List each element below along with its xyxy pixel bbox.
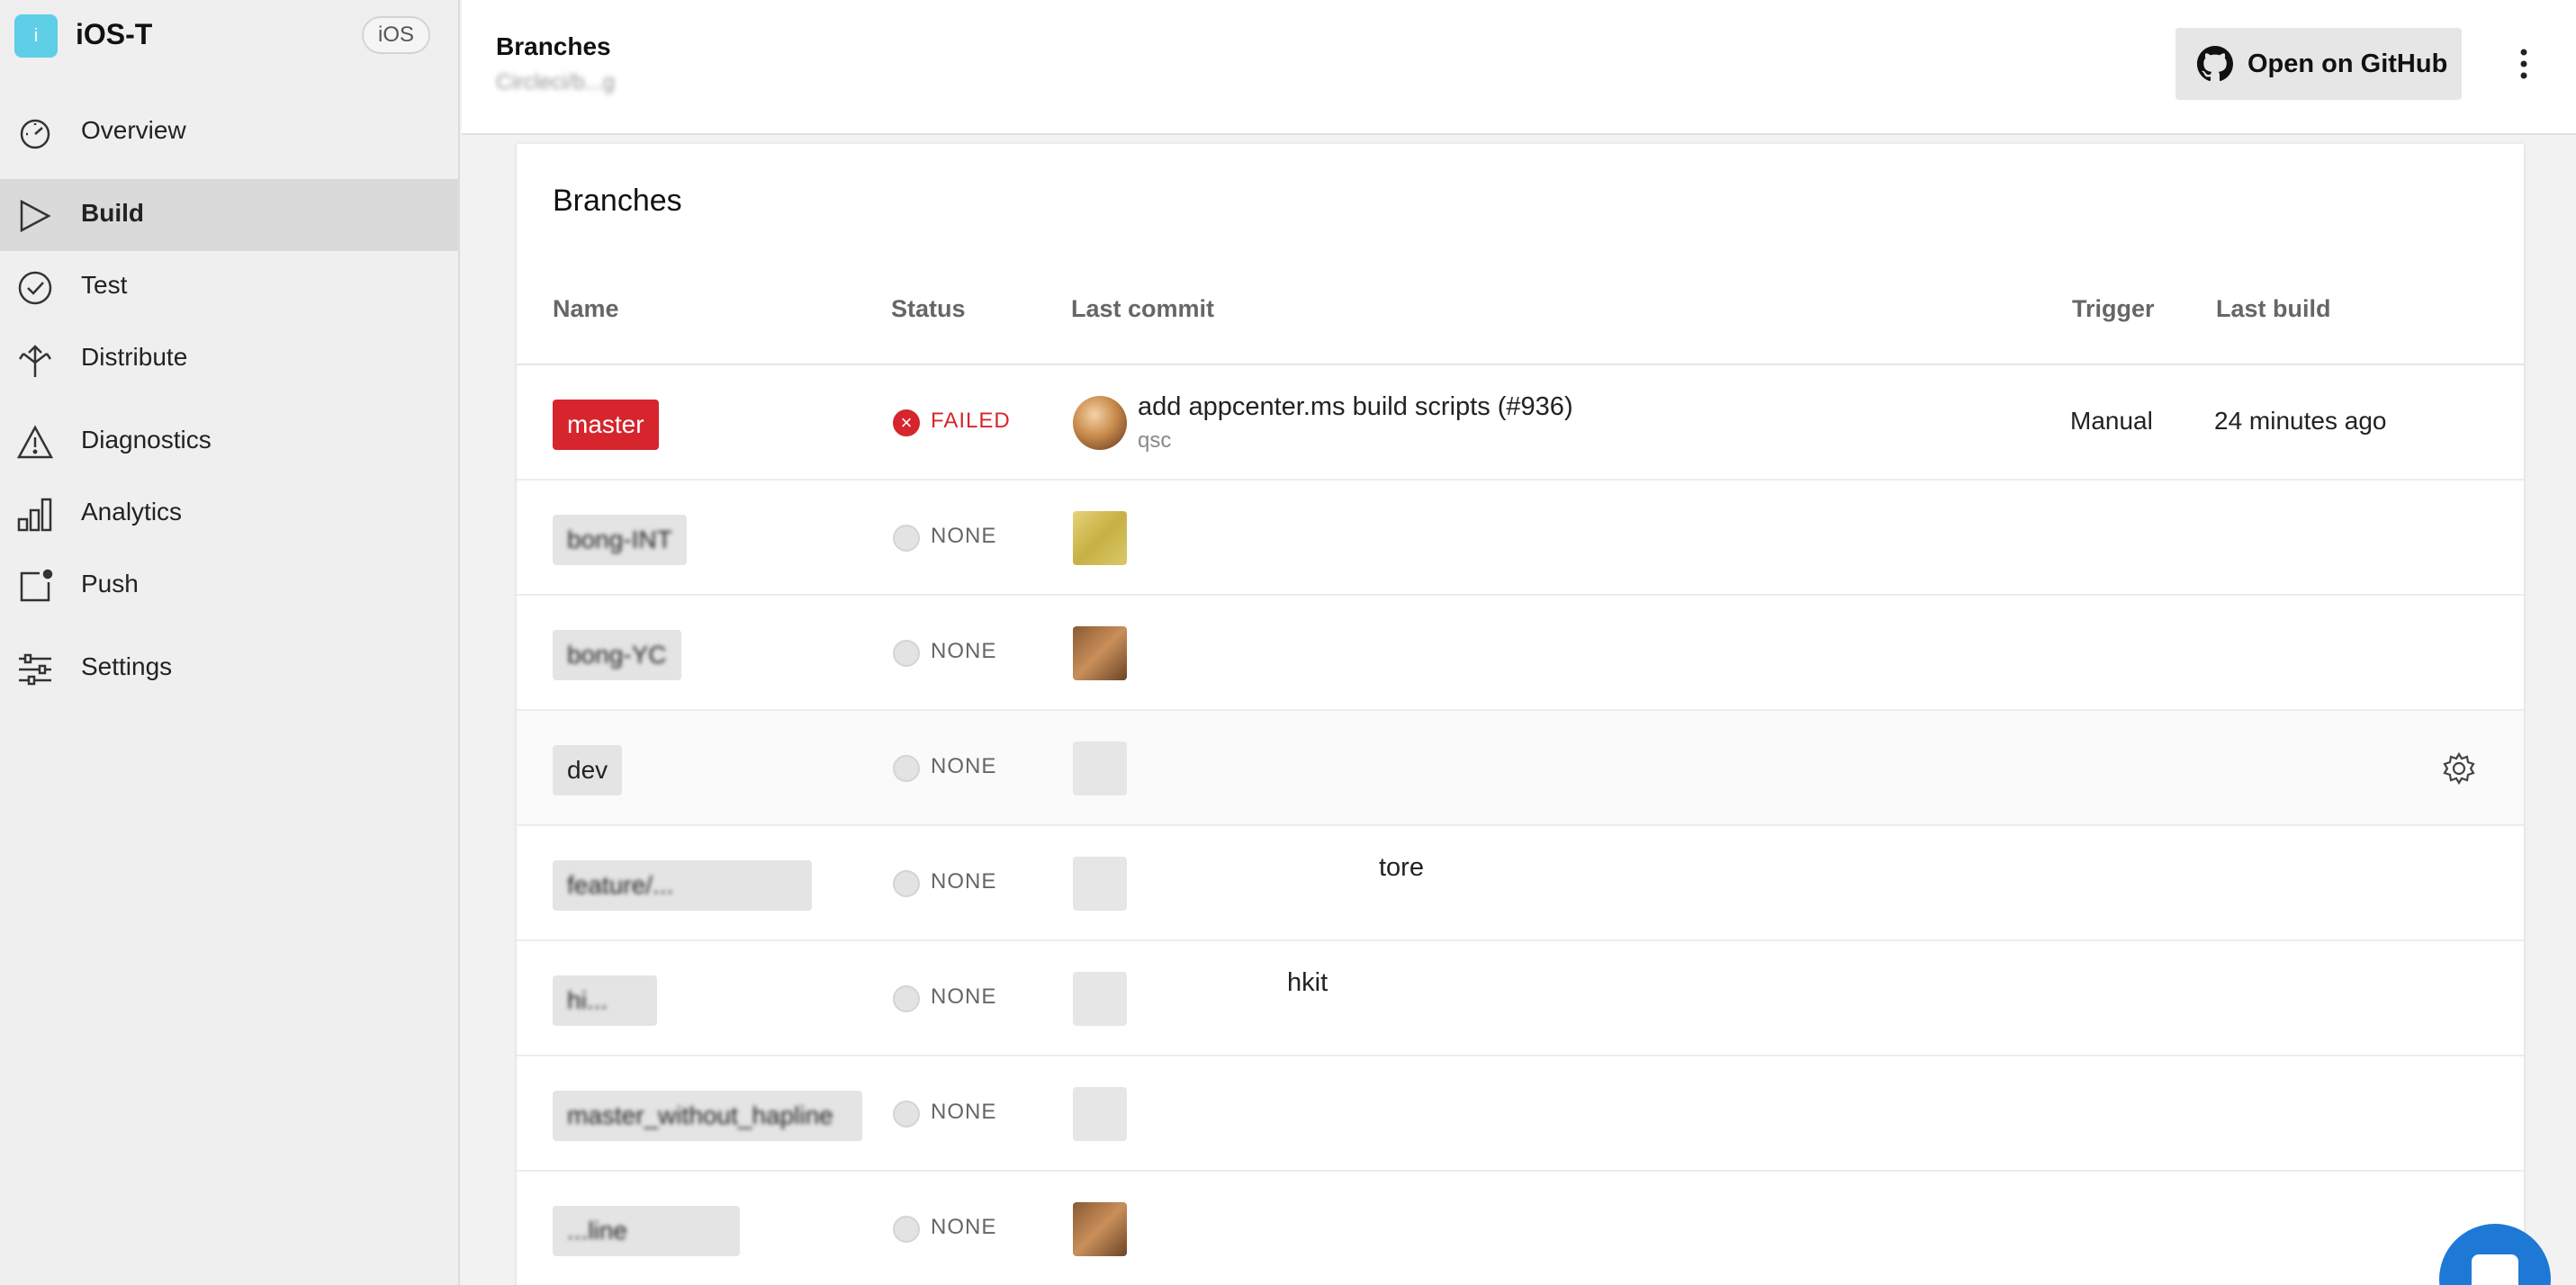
avatar (1073, 396, 1127, 450)
gauge-icon (16, 114, 54, 152)
status-text: NONE (931, 754, 997, 778)
table-row[interactable]: bong-INT NONE (517, 481, 2524, 596)
sidebar-item-analytics[interactable]: Analytics (0, 478, 458, 550)
sliders-icon (16, 651, 54, 688)
branch-name[interactable]: master (553, 400, 659, 450)
avatar (1073, 626, 1127, 680)
page-title: Branches (496, 32, 611, 60)
status-dot (893, 755, 920, 782)
sidebar-item-label: Build (81, 199, 144, 227)
column-header-status: Status (891, 295, 966, 322)
status-text: NONE (931, 1100, 997, 1124)
status-text: FAILED (931, 409, 1011, 433)
open-on-github-button[interactable]: Open on GitHub (2175, 28, 2462, 100)
branch-name[interactable]: dev (553, 745, 623, 795)
sidebar-item-label: Test (81, 271, 128, 299)
card-title: Branches (553, 184, 682, 218)
platform-badge: iOS (362, 16, 431, 54)
sidebar-item-label: Settings (81, 652, 173, 680)
sidebar-item-build[interactable]: Build (0, 179, 458, 251)
commit-message: add appcenter.ms build scripts (#936) (1138, 392, 1573, 421)
branch-name[interactable]: ...line (553, 1206, 740, 1256)
avatar (1073, 972, 1127, 1026)
app-name[interactable]: iOS-T (76, 18, 152, 51)
distribute-arrows-icon (16, 341, 54, 379)
status-dot (893, 525, 920, 552)
sidebar-item-label: Push (81, 570, 139, 598)
table-row[interactable]: hi... NONE hkit (517, 941, 2524, 1056)
table-row[interactable]: ...line NONE (517, 1172, 2524, 1285)
app-logo[interactable]: i (14, 14, 58, 58)
commit-message: tore (1379, 853, 1424, 882)
app-header: i iOS-T iOS (0, 0, 460, 72)
status-text: NONE (931, 1215, 997, 1239)
page-subtitle: Circleci/b...g (496, 70, 616, 94)
avatar (1073, 857, 1127, 911)
top-bar: Branches Circleci/b...g Open on GitHub (462, 0, 2576, 135)
status-dot (893, 1101, 920, 1128)
sidebar-item-diagnostics[interactable]: Diagnostics (0, 406, 458, 478)
table-row[interactable]: dev NONE (517, 711, 2524, 826)
sidebar-item-push[interactable]: Push (0, 550, 458, 622)
status-text: NONE (931, 869, 997, 894)
status-text: NONE (931, 639, 997, 663)
status-dot (893, 985, 920, 1012)
github-button-label: Open on GitHub (2247, 49, 2448, 78)
status-text: NONE (931, 524, 997, 548)
column-header-last-commit: Last commit (1071, 295, 1215, 322)
branch-name[interactable]: bong-YC (553, 630, 681, 680)
check-circle-icon (16, 269, 54, 307)
table-row[interactable]: feature/... NONE tore (517, 826, 2524, 941)
branch-name[interactable]: hi... (553, 975, 657, 1026)
bar-chart-icon (16, 496, 54, 534)
avatar (1073, 741, 1127, 795)
sidebar-item-label: Distribute (81, 343, 188, 371)
column-header-last-build: Last build (2216, 295, 2331, 322)
avatar (1073, 1202, 1127, 1256)
sidebar: i iOS-T iOS Overview Build Test Distribu… (0, 0, 460, 1285)
branch-name[interactable]: bong-INT (553, 515, 687, 565)
warning-triangle-icon (16, 424, 54, 462)
sidebar-item-test[interactable]: Test (0, 251, 458, 323)
status-text: NONE (931, 984, 997, 1009)
failed-icon: × (893, 409, 920, 436)
chat-icon (2472, 1254, 2518, 1285)
push-notification-icon (16, 568, 54, 606)
column-header-name: Name (553, 295, 619, 322)
last-build: 24 minutes ago (2214, 407, 2387, 435)
column-header-trigger: Trigger (2072, 295, 2155, 322)
sidebar-item-label: Analytics (81, 498, 183, 526)
status-dot (893, 1216, 920, 1243)
branch-name[interactable]: feature/... (553, 860, 812, 911)
sidebar-item-label: Diagnostics (81, 426, 212, 454)
branches-card: Branches Name Status Last commit Trigger… (517, 144, 2524, 1285)
table-row[interactable]: master_without_hapline NONE (517, 1056, 2524, 1172)
sidebar-item-distribute[interactable]: Distribute (0, 323, 458, 395)
commit-message: hkit (1287, 968, 1329, 997)
more-options-icon[interactable] (2501, 41, 2546, 86)
play-icon (16, 197, 54, 235)
avatar (1073, 1087, 1127, 1141)
table-row[interactable]: master × FAILED add appcenter.ms build s… (517, 365, 2524, 481)
table-row[interactable]: bong-YC NONE (517, 596, 2524, 711)
trigger: Manual (2070, 407, 2153, 435)
gear-icon[interactable] (2441, 750, 2477, 786)
status-dot (893, 640, 920, 667)
github-icon (2197, 46, 2233, 82)
status-dot (893, 870, 920, 897)
sidebar-item-overview[interactable]: Overview (0, 96, 458, 168)
avatar (1073, 511, 1127, 565)
sidebar-item-label: Overview (81, 116, 186, 144)
sidebar-item-settings[interactable]: Settings (0, 633, 458, 705)
branch-name[interactable]: master_without_hapline (553, 1091, 862, 1141)
commit-author: qsc (1138, 428, 1172, 453)
